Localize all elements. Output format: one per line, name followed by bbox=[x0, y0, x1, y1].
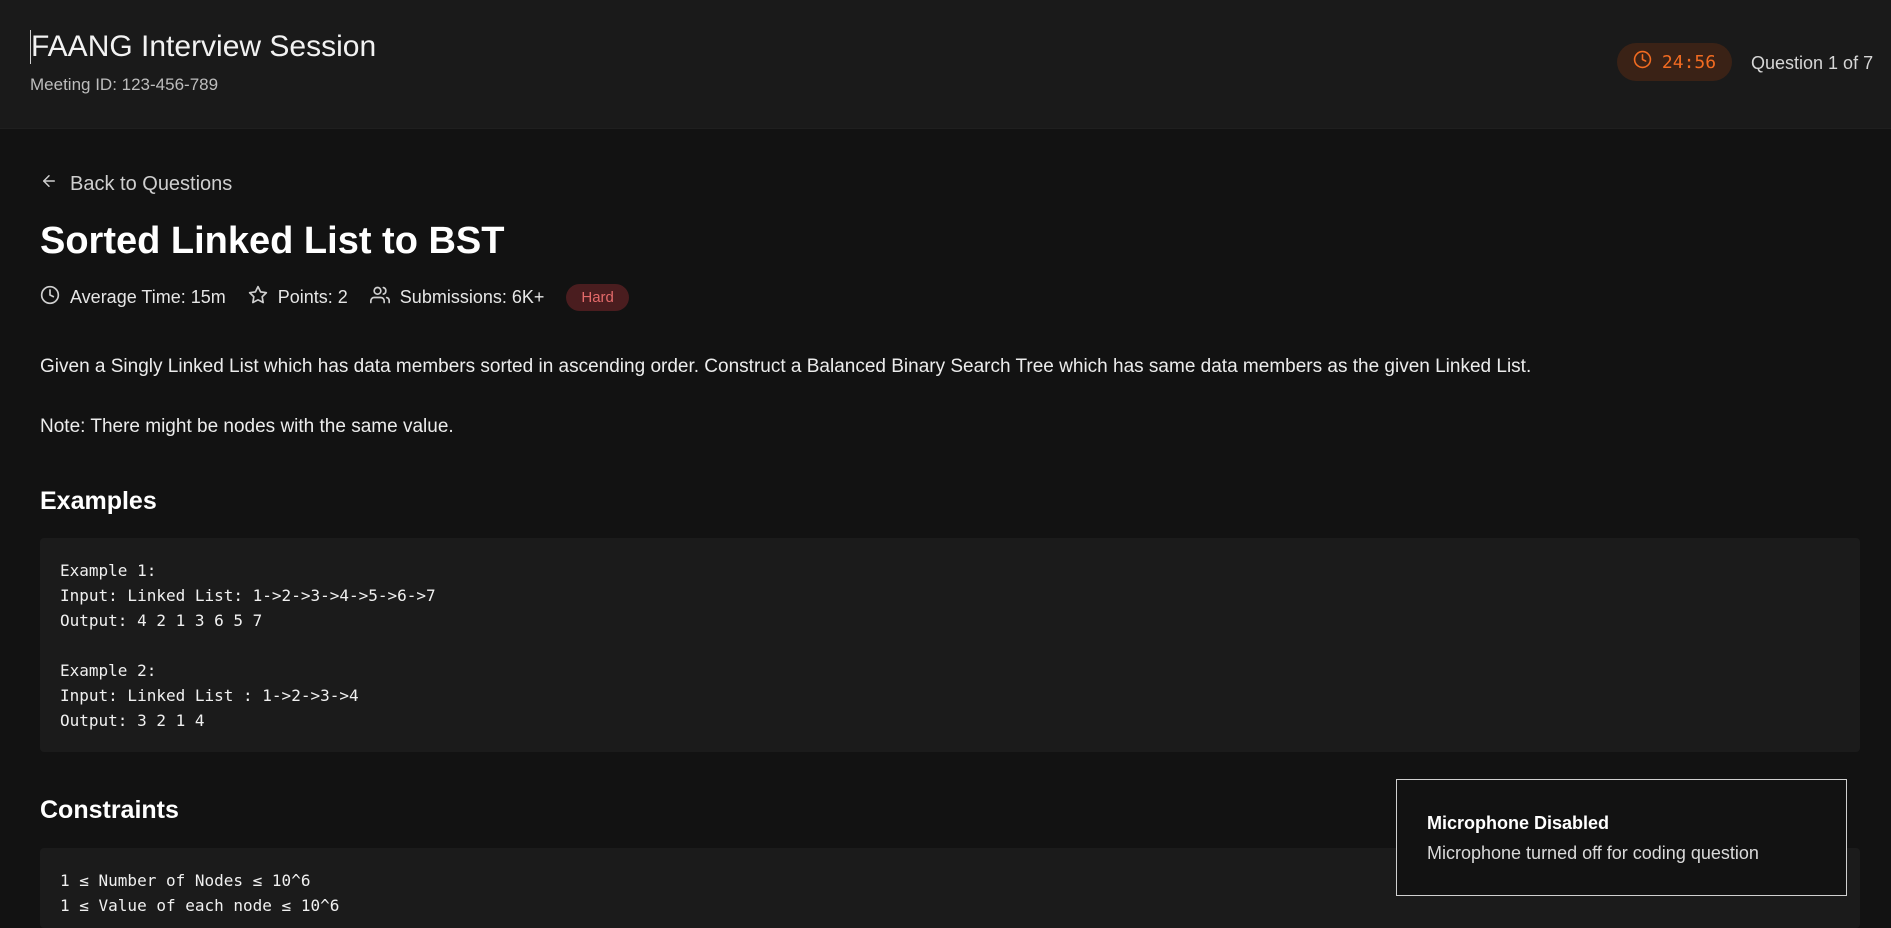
star-icon bbox=[248, 285, 268, 310]
question-progress: Question 1 of 7 bbox=[1751, 53, 1874, 73]
points-meta: Points: 2 bbox=[248, 285, 348, 310]
session-header: FAANG Interview Session Meeting ID: 123-… bbox=[0, 0, 1891, 129]
countdown-timer: 24:56 bbox=[1617, 43, 1732, 81]
question-description: Given a Singly Linked List which has dat… bbox=[40, 356, 1532, 377]
arrow-left-icon bbox=[40, 172, 58, 196]
examples-code-block: Example 1: Input: Linked List: 1->2->3->… bbox=[40, 538, 1860, 752]
clock-icon bbox=[40, 285, 60, 310]
users-icon bbox=[369, 285, 390, 310]
examples-heading: Examples bbox=[40, 487, 157, 515]
clock-icon bbox=[1633, 50, 1652, 74]
constraints-heading: Constraints bbox=[40, 796, 179, 824]
timer-value: 24:56 bbox=[1661, 51, 1717, 73]
back-label: Back to Questions bbox=[70, 172, 233, 195]
question-note: Note: There might be nodes with the same… bbox=[40, 416, 454, 437]
submissions-meta: Submissions: 6K+ bbox=[369, 285, 545, 310]
toast-title: Microphone Disabled bbox=[1427, 813, 1610, 833]
toast-message: Microphone turned off for coding questio… bbox=[1427, 843, 1759, 863]
avg-time-meta: Average Time: 15m bbox=[40, 285, 226, 310]
question-title: Sorted Linked List to BST bbox=[40, 220, 505, 262]
question-meta: Average Time: 15m Points: 2 Submissions:… bbox=[40, 284, 629, 311]
points-text: Points: 2 bbox=[277, 287, 348, 307]
microphone-toast[interactable]: Microphone Disabled Microphone turned of… bbox=[1396, 779, 1847, 896]
back-to-questions-link[interactable]: Back to Questions bbox=[40, 172, 232, 196]
submissions-text: Submissions: 6K+ bbox=[399, 287, 545, 307]
difficulty-badge: Hard bbox=[566, 284, 629, 311]
avg-time-text: Average Time: 15m bbox=[70, 287, 226, 307]
meeting-id: Meeting ID: 123-456-789 bbox=[30, 75, 219, 94]
session-title: FAANG Interview Session bbox=[30, 30, 377, 64]
